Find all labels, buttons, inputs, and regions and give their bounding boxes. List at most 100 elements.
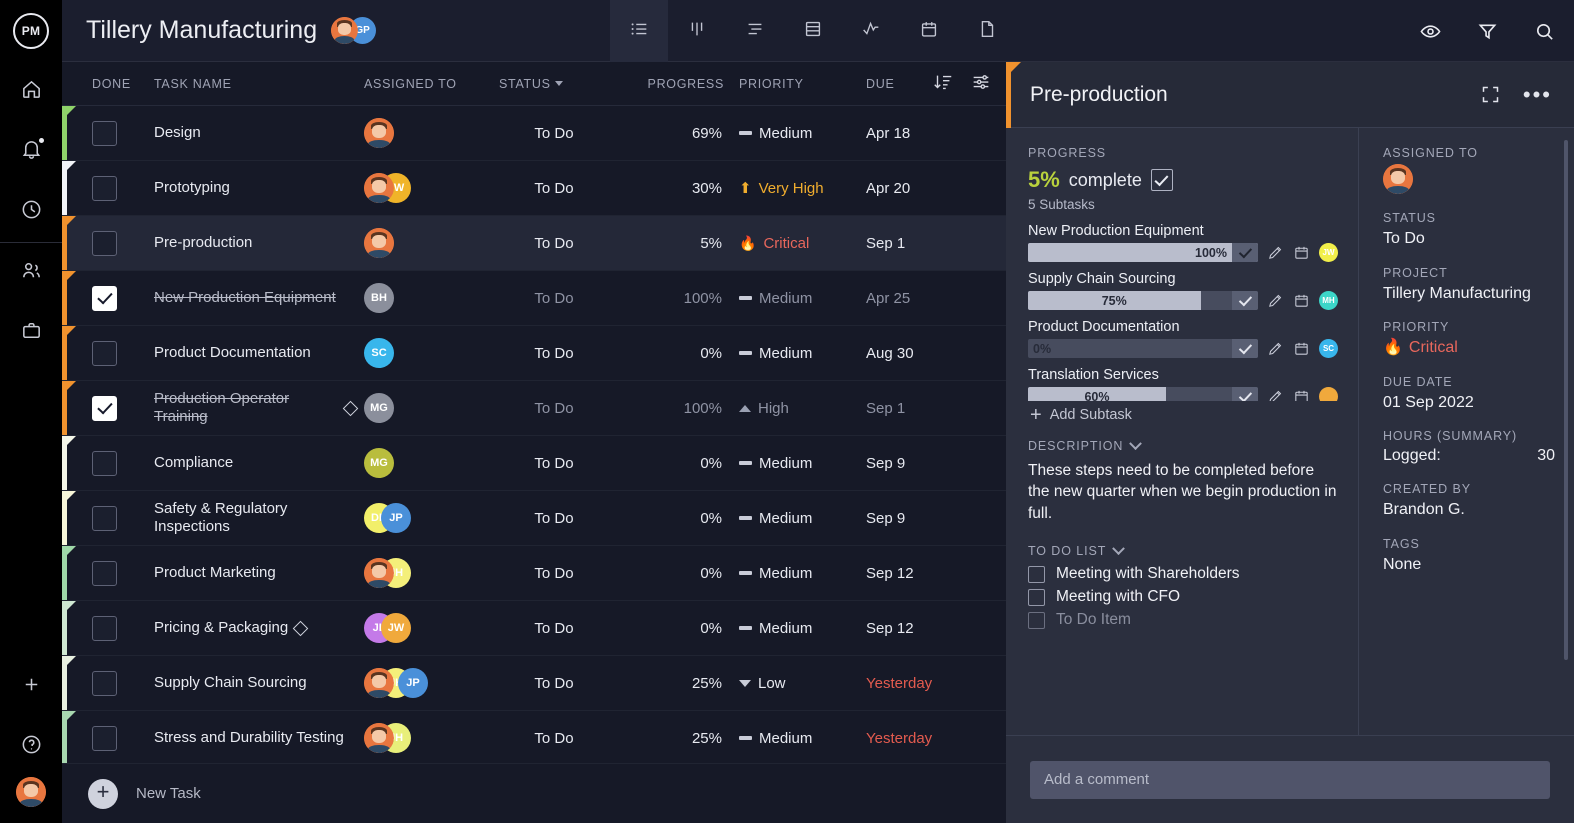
column-header-status[interactable]: STATUS	[499, 77, 609, 91]
search-icon[interactable]	[1533, 20, 1556, 43]
row-status[interactable]: To Do	[499, 235, 609, 252]
row-assignees[interactable]: MG	[364, 393, 499, 423]
todo-checkbox[interactable]	[1028, 566, 1045, 583]
table-row[interactable]: DesignTo Do69%MediumApr 18	[62, 106, 1006, 161]
subtask-assignee-avatar[interactable]: JW	[1319, 243, 1338, 262]
more-options-icon[interactable]: •••	[1523, 88, 1552, 101]
row-assignees[interactable]: MG	[364, 448, 499, 478]
row-task-name[interactable]: New Production Equipment	[154, 289, 364, 307]
row-done-cell[interactable]	[62, 726, 154, 751]
row-done-cell[interactable]	[62, 451, 154, 476]
row-task-name[interactable]: Product Documentation	[154, 344, 364, 362]
done-checkbox[interactable]	[92, 506, 117, 531]
subtask-item[interactable]: New Production Equipment100%JW	[1028, 223, 1338, 262]
row-due-date[interactable]: Sep 9	[849, 455, 949, 472]
subtask-complete-checkbox[interactable]	[1232, 243, 1258, 262]
sidebar-item-time[interactable]	[0, 182, 62, 242]
row-assignees[interactable]: SC	[364, 338, 499, 368]
eye-icon[interactable]	[1419, 20, 1442, 43]
sidebar-item-help[interactable]	[0, 717, 62, 777]
done-checkbox[interactable]	[92, 616, 117, 641]
row-done-cell[interactable]	[62, 286, 154, 311]
row-status[interactable]: To Do	[499, 400, 609, 417]
row-priority[interactable]: High	[724, 400, 849, 417]
row-assignees[interactable]: JLJW	[364, 613, 499, 643]
row-due-date[interactable]: Apr 20	[849, 180, 949, 197]
row-status[interactable]: To Do	[499, 345, 609, 362]
avatar[interactable]: MG	[364, 448, 394, 478]
done-checkbox[interactable]	[92, 286, 117, 311]
row-assignees[interactable]: JHJP	[364, 668, 499, 698]
done-checkbox[interactable]	[92, 396, 117, 421]
subtask-progress-bar[interactable]: 0%	[1028, 339, 1258, 358]
subtask-progress-bar[interactable]: 100%	[1028, 243, 1258, 262]
tab-workload-view[interactable]	[842, 0, 900, 62]
row-status[interactable]: To Do	[499, 730, 609, 747]
todo-checkbox[interactable]	[1028, 612, 1045, 629]
filter-icon[interactable]	[1476, 20, 1499, 43]
avatar[interactable]	[1383, 164, 1413, 194]
sidebar-item-projects[interactable]	[0, 303, 62, 363]
row-assignees[interactable]: BH	[364, 283, 499, 313]
done-checkbox[interactable]	[92, 451, 117, 476]
row-done-cell[interactable]	[62, 506, 154, 531]
tab-list-view[interactable]	[610, 0, 668, 62]
table-row[interactable]: Pricing & PackagingJLJWTo Do0%MediumSep …	[62, 601, 1006, 656]
column-settings-icon[interactable]	[970, 71, 992, 96]
avatar[interactable]	[364, 228, 394, 258]
row-done-cell[interactable]	[62, 231, 154, 256]
edit-pencil-icon[interactable]	[1267, 340, 1284, 357]
calendar-icon[interactable]	[1293, 388, 1310, 401]
row-done-cell[interactable]	[62, 176, 154, 201]
avatar[interactable]: MG	[364, 393, 394, 423]
subtask-item[interactable]: Translation Services60%	[1028, 367, 1338, 401]
new-task-button[interactable]: + New Task	[62, 763, 1006, 823]
subtask-progress-bar[interactable]: 60%	[1028, 387, 1258, 401]
done-checkbox[interactable]	[92, 176, 117, 201]
row-priority[interactable]: Medium	[724, 455, 849, 472]
row-assignees[interactable]: JH	[364, 558, 499, 588]
row-task-name[interactable]: Production Operator Training	[154, 390, 364, 425]
row-done-cell[interactable]	[62, 616, 154, 641]
meta-value[interactable]: None	[1383, 555, 1574, 575]
row-priority[interactable]: Medium	[724, 730, 849, 747]
row-task-name[interactable]: Safety & Regulatory Inspections	[154, 500, 364, 535]
edit-pencil-icon[interactable]	[1267, 292, 1284, 309]
row-priority[interactable]: Medium	[724, 620, 849, 637]
row-due-date[interactable]: Yesterday	[849, 675, 949, 692]
row-done-cell[interactable]	[62, 341, 154, 366]
avatar[interactable]: JW	[381, 613, 411, 643]
subtask-complete-checkbox[interactable]	[1232, 291, 1258, 310]
comment-input[interactable]	[1030, 761, 1550, 799]
row-assignees[interactable]: JH	[364, 723, 499, 753]
table-row[interactable]: ComplianceMGTo Do0%MediumSep 9	[62, 436, 1006, 491]
meta-value[interactable]: To Do	[1383, 229, 1574, 249]
table-row[interactable]: Pre-productionTo Do5%🔥CriticalSep 1	[62, 216, 1006, 271]
avatar[interactable]	[364, 173, 394, 203]
row-due-date[interactable]: Sep 1	[849, 400, 949, 417]
table-row[interactable]: Product DocumentationSCTo Do0%MediumAug …	[62, 326, 1006, 381]
row-priority[interactable]: Low	[724, 675, 849, 692]
tab-gantt-view[interactable]	[726, 0, 784, 62]
todo-section-label[interactable]: TO DO LIST	[1028, 544, 1338, 558]
row-priority[interactable]: Medium	[724, 510, 849, 527]
avatar[interactable]	[364, 668, 394, 698]
row-task-name[interactable]: Product Marketing	[154, 564, 364, 582]
row-due-date[interactable]: Sep 9	[849, 510, 949, 527]
sidebar-item-notifications[interactable]	[0, 122, 62, 182]
tab-kanban-view[interactable]	[668, 0, 726, 62]
todo-list-item[interactable]: To Do Item	[1028, 611, 1338, 629]
todo-checkbox[interactable]	[1028, 589, 1045, 606]
todo-list-item[interactable]: Meeting with CFO	[1028, 588, 1338, 606]
row-status[interactable]: To Do	[499, 565, 609, 582]
row-priority[interactable]: Medium	[724, 565, 849, 582]
table-row[interactable]: PrototypingJWTo Do30%⬆Very HighApr 20	[62, 161, 1006, 216]
table-row[interactable]: Stress and Durability TestingJHTo Do25%M…	[62, 711, 1006, 763]
row-due-date[interactable]: Yesterday	[849, 730, 949, 747]
avatar[interactable]: BH	[364, 283, 394, 313]
row-due-date[interactable]: Apr 25	[849, 290, 949, 307]
table-row[interactable]: Product MarketingJHTo Do0%MediumSep 12	[62, 546, 1006, 601]
subtask-item[interactable]: Product Documentation0%SC	[1028, 319, 1338, 358]
avatar[interactable]: SC	[364, 338, 394, 368]
row-task-name[interactable]: Supply Chain Sourcing	[154, 674, 364, 692]
